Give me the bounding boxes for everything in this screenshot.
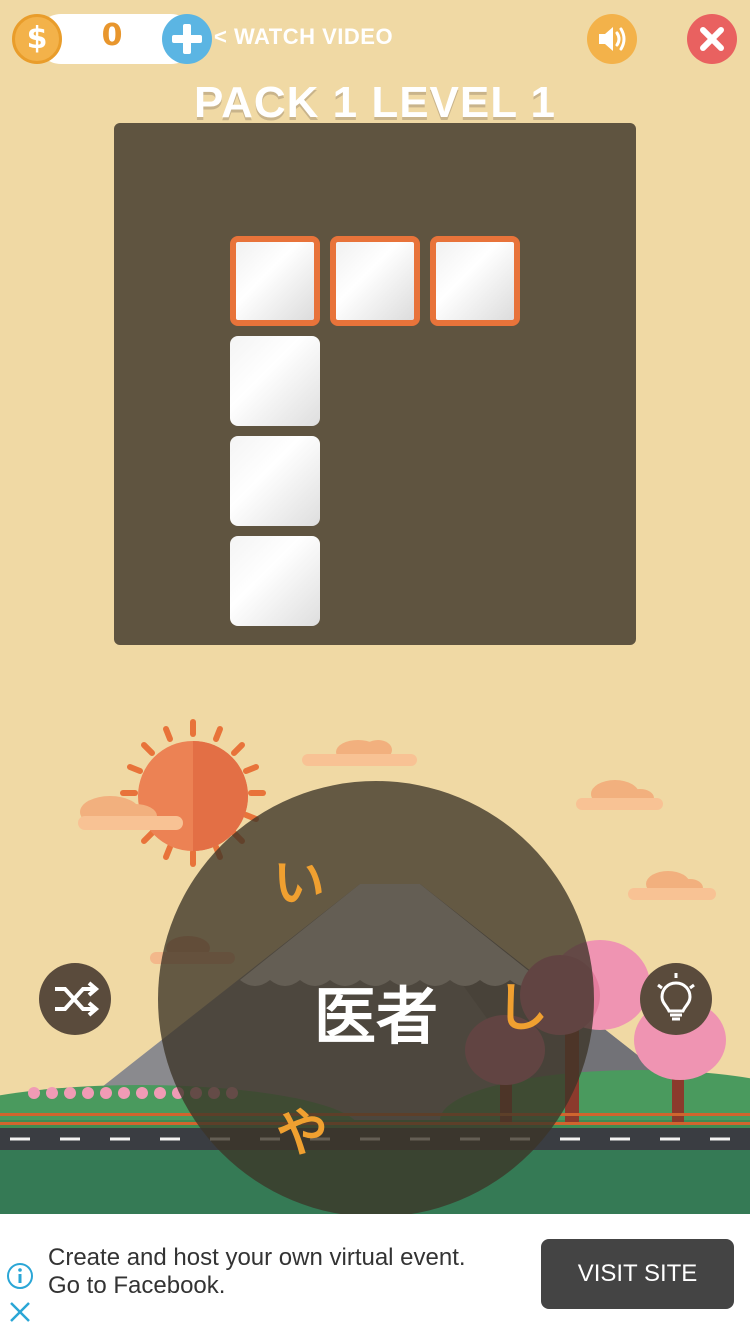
cloud [576,780,663,810]
level-title: PACK 1 LEVEL 1 [193,78,557,127]
crossword-cell [230,536,320,626]
ad-banner[interactable]: Create and host your own virtual event. … [0,1214,750,1334]
visit-site-button[interactable]: VISIT SITE [541,1239,734,1309]
close-icon [700,27,724,51]
close-game-button[interactable] [687,14,737,64]
crossword-board [114,123,636,645]
letter-wheel: 医者 い し や [158,781,594,1217]
wheel-letter[interactable]: し [496,966,548,1041]
info-icon[interactable] [6,1262,34,1290]
close-icon[interactable] [6,1298,34,1326]
speaker-icon [599,27,626,51]
add-coins-button[interactable] [162,14,212,64]
hint-button[interactable] [640,963,712,1035]
plus-icon [172,24,202,54]
shuffle-icon [55,981,100,1017]
wheel-letter[interactable]: や [276,1091,328,1166]
crossword-cell [230,236,320,326]
cloud [628,871,716,900]
crossword-cell [230,336,320,426]
sound-button[interactable] [587,14,637,64]
cloud [302,740,417,766]
shuffle-button[interactable] [39,963,111,1035]
ad-text: Create and host your own virtual event. … [48,1244,466,1299]
game-screen: $ 0 < WATCH VIDEO PACK 1 LEVEL 1 医者 い し … [0,0,750,1334]
wheel-letter[interactable]: い [273,841,325,916]
coin-count: 0 [101,18,123,53]
crossword-cell [330,236,420,326]
watch-video-link[interactable]: < WATCH VIDEO [214,24,393,50]
lightbulb-icon [657,973,695,1021]
crossword-cell [430,236,520,326]
dollar-icon: $ [12,14,62,64]
crossword-cell [230,436,320,526]
